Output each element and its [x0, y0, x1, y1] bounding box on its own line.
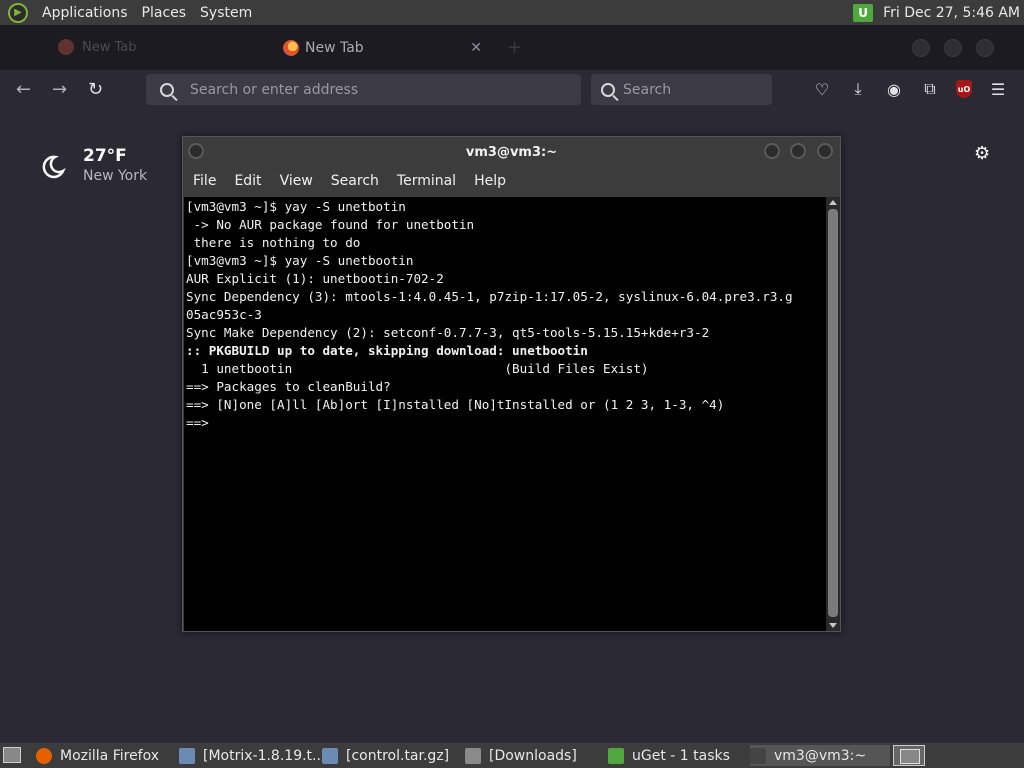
terminal-line: -> No AUR package found for unetbotin	[186, 217, 475, 232]
terminal-line: AUR Explicit (1): unetbootin-702-2	[186, 271, 444, 286]
close-window-button[interactable]	[976, 39, 994, 57]
moon-icon	[42, 155, 66, 179]
terminal-line: there is nothing to do	[186, 235, 361, 250]
applications-menu[interactable]: Applications	[42, 5, 128, 21]
gear-icon[interactable]: ⚙	[974, 143, 990, 164]
task-label: [Downloads]	[489, 747, 577, 764]
window-menu-button[interactable]	[188, 143, 204, 159]
task-label: [control.tar.gz]	[346, 747, 450, 764]
firefox-icon	[36, 747, 52, 764]
menu-search[interactable]: Search	[331, 173, 379, 189]
firefox-tab-strip: New Tab New Tab ✕ +	[0, 25, 1024, 70]
pocket-icon[interactable]: ♡	[812, 80, 832, 99]
terminal-line: Sync Make Dependency (2): setconf-0.7.7-…	[186, 325, 710, 340]
url-bar[interactable]: Search or enter address	[146, 74, 581, 105]
archive-icon	[322, 747, 338, 764]
uget-icon	[608, 747, 624, 764]
maximize-button[interactable]	[790, 143, 806, 159]
terminal-line: [vm3@vm3 ~]$ yay -S unetbootin	[186, 253, 414, 268]
close-tab-icon[interactable]: ✕	[470, 40, 482, 56]
tab-faded[interactable]: New Tab	[48, 35, 248, 59]
menu-help[interactable]: Help	[474, 173, 506, 189]
weather-widget[interactable]: 27°F New York	[40, 146, 147, 184]
download-icon[interactable]: ⤓	[848, 79, 868, 99]
ublock-origin-icon[interactable]: uO	[956, 80, 972, 98]
task-label: uGet - 1 tasks	[632, 747, 730, 764]
url-placeholder: Search or enter address	[190, 81, 359, 98]
panel-menu: ▶ Applications Places System	[0, 0, 266, 25]
firefox-icon	[58, 39, 74, 55]
task-label: [Motrix-1.8.19.t...	[203, 747, 326, 764]
panel-tray: U Fri Dec 27, 5:46 AM	[853, 0, 1020, 25]
terminal-line: ==> [N]one [A]ll [Ab]ort [I]nstalled [No…	[186, 397, 725, 412]
reload-icon[interactable]: ↻	[88, 80, 103, 100]
firefox-icon	[283, 40, 299, 56]
terminal-line: Sync Dependency (3): mtools-1:4.0.45-1, …	[186, 289, 793, 304]
scroll-down-arrow-icon[interactable]	[829, 623, 837, 628]
menu-hamburger-icon[interactable]: ☰	[988, 80, 1008, 99]
task-motrix[interactable]: [Motrix-1.8.19.t...	[179, 745, 325, 766]
uget-tray-icon[interactable]: U	[853, 3, 874, 22]
search-icon	[160, 82, 174, 97]
new-tab-plus-icon[interactable]: +	[507, 37, 522, 58]
terminal-output[interactable]: [vm3@vm3 ~]$ yay -S unetbotin -> No AUR …	[184, 197, 826, 631]
terminal-titlebar[interactable]: vm3@vm3:~	[183, 137, 840, 167]
task-label: vm3@vm3:~	[774, 747, 867, 764]
terminal-title: vm3@vm3:~	[465, 144, 558, 160]
menu-view[interactable]: View	[280, 173, 313, 189]
menu-file[interactable]: File	[193, 173, 216, 189]
workspace-switcher[interactable]	[893, 745, 925, 766]
terminal-line: ==> Packages to cleanBuild?	[186, 379, 391, 394]
terminal-line: ==>	[186, 415, 209, 430]
terminal-line: :: PKGBUILD up to date, skipping downloa…	[186, 343, 588, 358]
firefox-toolbar: ← → ↻ Search or enter address Search ♡ ⤓…	[0, 70, 1024, 110]
tab-new-tab[interactable]: New Tab ✕	[275, 35, 490, 61]
system-menu[interactable]: System	[200, 5, 252, 21]
mate-logo-icon[interactable]: ▶	[8, 2, 28, 23]
show-desktop-icon[interactable]	[3, 747, 21, 763]
task-firefox[interactable]: Mozilla Firefox	[36, 745, 176, 766]
terminal-window: vm3@vm3:~ File Edit View Search Terminal…	[182, 136, 841, 632]
minimize-button[interactable]	[764, 143, 780, 159]
task-label: Mozilla Firefox	[60, 747, 160, 764]
archive-icon	[179, 747, 195, 764]
terminal-scrollbar[interactable]	[826, 197, 840, 631]
terminal-line: 1 unetbootin (Build Files Exist)	[186, 361, 649, 376]
search-icon	[601, 82, 615, 97]
folder-icon	[465, 747, 481, 764]
account-icon[interactable]: ◉	[884, 80, 904, 99]
search-placeholder: Search	[623, 81, 672, 98]
terminal-line: [vm3@vm3 ~]$ yay -S unetbotin	[186, 199, 406, 214]
minimize-button[interactable]	[912, 39, 930, 57]
bottom-taskbar: Mozilla Firefox [Motrix-1.8.19.t... [contr…	[0, 743, 1024, 768]
task-uget[interactable]: uGet - 1 tasks	[608, 745, 744, 766]
extensions-icon[interactable]: ⧉	[920, 79, 940, 99]
search-bar[interactable]: Search	[591, 74, 772, 105]
terminal-line: 05ac953c-3	[186, 307, 262, 322]
weather-temperature: 27°F	[83, 146, 127, 166]
menu-terminal[interactable]: Terminal	[397, 173, 456, 189]
forward-arrow-icon[interactable]: →	[52, 80, 67, 100]
tab-label: New Tab	[305, 40, 364, 56]
task-terminal[interactable]: vm3@vm3:~	[750, 745, 890, 766]
tab-faded-label: New Tab	[82, 39, 137, 55]
close-button[interactable]	[817, 143, 833, 159]
scrollbar-thumb[interactable]	[828, 209, 838, 617]
clock[interactable]: Fri Dec 27, 5:46 AM	[883, 5, 1020, 21]
task-control[interactable]: [control.tar.gz]	[322, 745, 458, 766]
menu-edit[interactable]: Edit	[234, 173, 261, 189]
terminal-menubar: File Edit View Search Terminal Help	[183, 167, 840, 195]
weather-city: New York	[83, 168, 148, 184]
back-arrow-icon[interactable]: ←	[16, 80, 31, 100]
maximize-button[interactable]	[944, 39, 962, 57]
terminal-icon	[750, 747, 766, 764]
top-panel: ▶ Applications Places System U Fri Dec 2…	[0, 0, 1024, 25]
scroll-up-arrow-icon[interactable]	[829, 200, 837, 205]
task-downloads[interactable]: [Downloads]	[465, 745, 601, 766]
toolbar-icons: ♡ ⤓ ◉ ⧉ uO ☰	[812, 79, 1008, 99]
places-menu[interactable]: Places	[142, 5, 187, 21]
window-controls	[912, 39, 994, 57]
